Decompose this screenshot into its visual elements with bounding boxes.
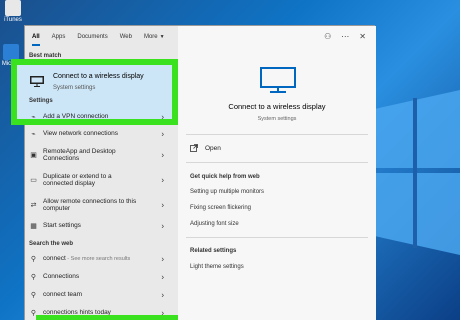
divider (186, 237, 368, 238)
tab-all[interactable]: All (32, 28, 40, 46)
search-icon: ⚲ (30, 256, 37, 263)
chevron-right-icon[interactable]: › (161, 273, 164, 282)
start-icon: ▦ (30, 223, 37, 230)
person-icon[interactable]: ⚇ (324, 32, 331, 41)
chevron-right-icon[interactable]: › (161, 255, 164, 264)
settings-item-start[interactable]: ▦ Start settings › (25, 219, 178, 233)
web-heading: Search the web (29, 241, 74, 247)
desktop-icon-label: iTunes (4, 17, 22, 23)
display-icon: ▭ (30, 177, 37, 184)
detail-subtitle: System settings (257, 116, 297, 122)
settings-item-label: Duplicate or extend to a connected displ… (43, 172, 112, 187)
web-item-label: connect team (43, 291, 83, 299)
monitor-icon (30, 76, 44, 87)
best-match-subtitle: System settings (53, 85, 96, 91)
search-box-highlight[interactable] (36, 315, 178, 320)
ellipsis-icon[interactable]: ⋯ (341, 32, 349, 41)
web-item[interactable]: ⚲ connect - See more search results › (25, 252, 178, 266)
open-label: Open (205, 144, 221, 152)
panel-actions: ⚇ ⋯ ✕ (324, 32, 366, 41)
web-item-query: connect (43, 255, 66, 263)
settings-item-label: Allow remote connections to this compute… (43, 197, 137, 212)
best-match-title: Connect to a wireless display (53, 73, 144, 80)
desktop-icon-itunes[interactable]: iTunes (2, 0, 24, 23)
network-icon: ⌁ (31, 131, 36, 138)
tab-more[interactable]: More ▼ (144, 34, 165, 40)
web-list: ⚲ connect - See more search results › ⚲ … (25, 252, 178, 320)
monitor-icon (260, 67, 296, 93)
settings-list: ⌁ Add a VPN connection › ⌁ View network … (25, 110, 178, 233)
tab-documents[interactable]: Documents (77, 34, 107, 40)
itunes-icon (5, 0, 21, 16)
help-link[interactable]: Fixing screen flickering (190, 205, 251, 211)
divider (186, 134, 368, 135)
tab-apps[interactable]: Apps (52, 34, 66, 40)
edge-icon (3, 44, 19, 60)
web-item-label: Connections (43, 273, 80, 281)
settings-item-network[interactable]: ⌁ View network connections › (25, 127, 178, 141)
related-link[interactable]: Light theme settings (190, 264, 244, 270)
open-icon (190, 144, 198, 152)
web-item[interactable]: ⚲ connect team › (25, 288, 178, 302)
settings-heading: Settings (29, 98, 53, 104)
settings-item-duplicate-display[interactable]: ▭ Duplicate or extend to a connected dis… (25, 169, 178, 191)
open-button[interactable]: Open (190, 144, 221, 152)
chevron-right-icon[interactable]: › (161, 130, 164, 139)
help-link[interactable]: Adjusting font size (190, 221, 239, 227)
settings-item-label: Add a VPN connection (43, 113, 109, 121)
settings-item-label: View network connections (43, 130, 119, 138)
web-item-hint: - See more search results (65, 256, 131, 263)
settings-item-remoteapp[interactable]: ▣ RemoteApp and Desktop Connections › (25, 144, 178, 166)
web-item-label: connect - See more search results (43, 255, 130, 262)
vpn-icon: ⌁ (31, 114, 36, 121)
chevron-right-icon[interactable]: › (161, 176, 164, 185)
chevron-right-icon[interactable]: › (161, 113, 164, 122)
divider (186, 162, 368, 163)
close-icon[interactable]: ✕ (359, 32, 366, 41)
search-icon: ⚲ (30, 274, 37, 281)
tab-more-label: More (143, 34, 158, 40)
related-heading: Related settings (190, 248, 237, 254)
chevron-right-icon[interactable]: › (161, 291, 164, 300)
detail-pane: Connect to a wireless display System set… (178, 26, 376, 320)
chevron-right-icon[interactable]: › (161, 151, 164, 160)
chevron-right-icon[interactable]: › (161, 201, 164, 210)
remote-desktop-icon: ▣ (30, 152, 37, 159)
tab-web[interactable]: Web (120, 34, 132, 40)
search-panel: Connect to a wireless display System set… (11, 25, 376, 320)
detail-title: Connect to a wireless display (228, 102, 326, 111)
search-icon: ⚲ (30, 292, 37, 299)
web-item[interactable]: ⚲ Connections › (25, 270, 178, 284)
settings-item-label: Start settings (43, 222, 81, 230)
chevron-right-icon[interactable]: › (161, 222, 164, 231)
settings-item-remote-connections[interactable]: ⇄ Allow remote connections to this compu… (25, 194, 178, 216)
chevron-down-icon: ▼ (159, 34, 165, 40)
help-heading: Get quick help from web (190, 174, 260, 180)
help-link[interactable]: Setting up multiple monitors (190, 189, 264, 195)
settings-item-label: RemoteApp and Desktop Connections (43, 147, 116, 162)
remote-icon: ⇄ (30, 202, 37, 209)
settings-item-vpn[interactable]: ⌁ Add a VPN connection › (25, 110, 178, 124)
